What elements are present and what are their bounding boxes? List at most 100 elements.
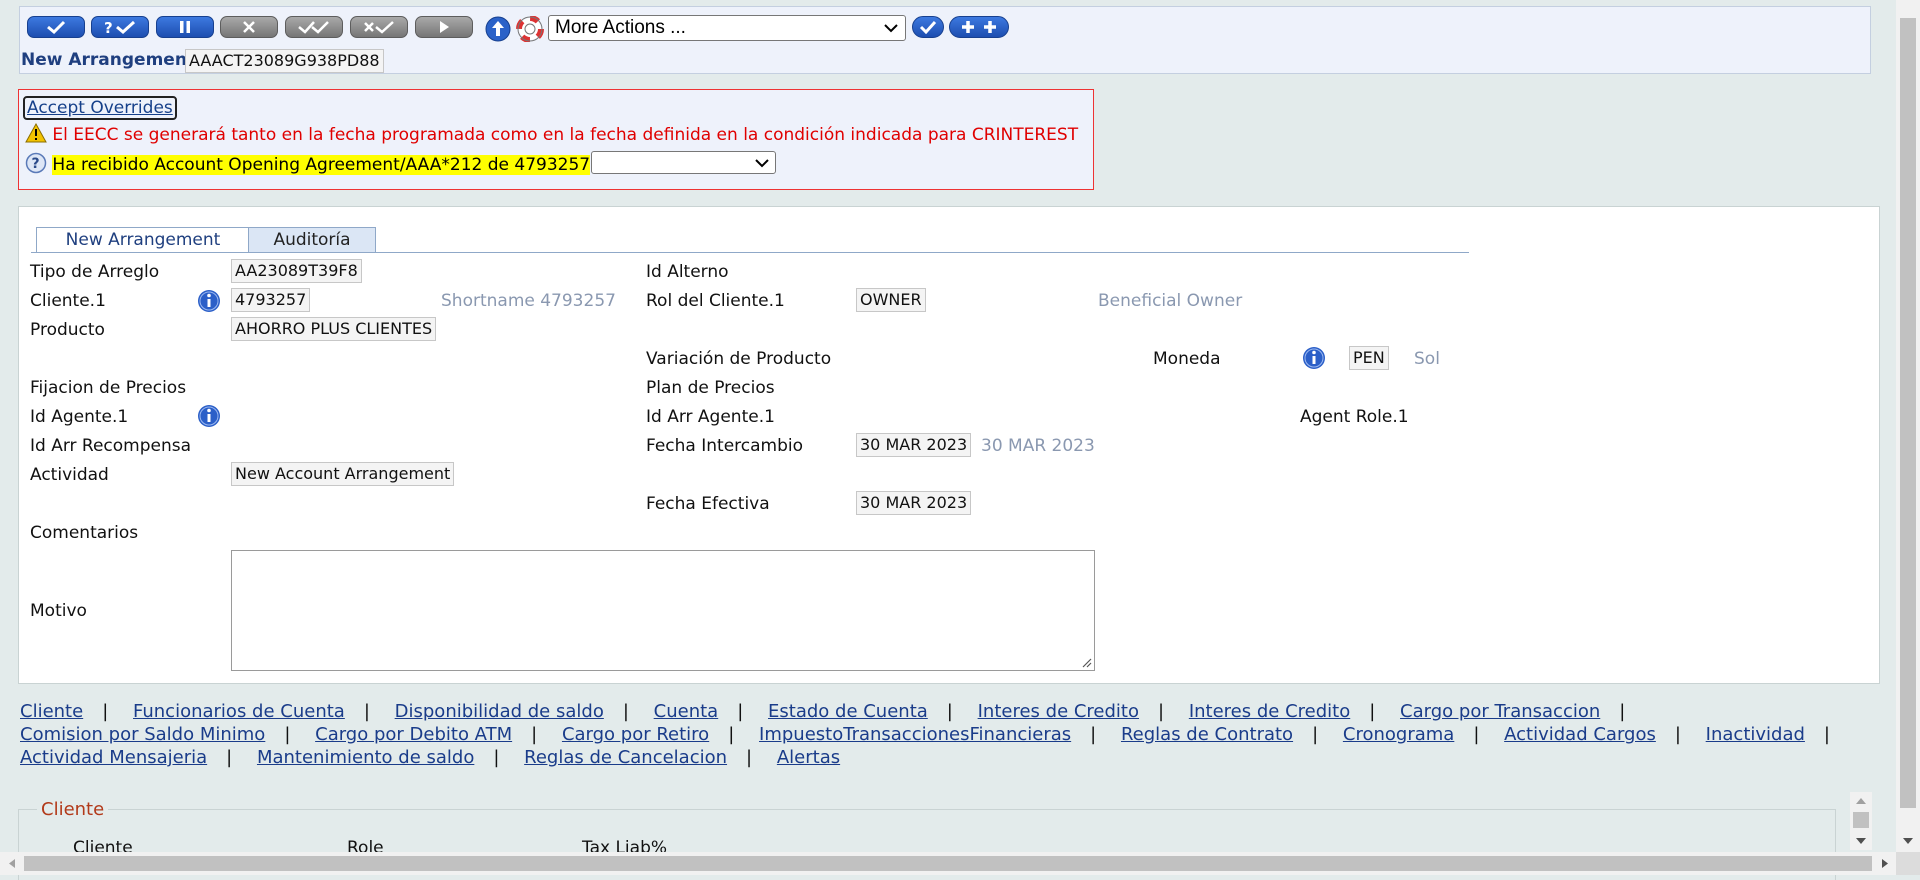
fijacion-label: Fijacion de Precios	[30, 378, 187, 398]
info-icon[interactable]	[197, 289, 221, 313]
cliente-label: Cliente.1	[30, 291, 106, 311]
validate-button[interactable]: ?	[91, 16, 149, 38]
fecha-intercambio-value: 30 MAR 2023	[856, 433, 972, 457]
scroll-right-icon[interactable]	[1875, 852, 1895, 875]
actividad-value: New Account Arrangement	[231, 462, 455, 486]
upload-icon[interactable]	[484, 16, 512, 42]
horizontal-scroll-thumb[interactable]	[24, 856, 1872, 871]
link-cronograma[interactable]: Cronograma	[1343, 724, 1454, 745]
link-actividad-cargos[interactable]: Actividad Cargos	[1504, 724, 1656, 745]
link-actividad-mensajeria[interactable]: Actividad Mensajeria	[20, 747, 207, 768]
moneda-desc: Sol	[1414, 349, 1440, 369]
x-check-icon	[364, 21, 394, 34]
info-icon[interactable]	[1302, 346, 1326, 370]
arrangement-id: AAACT23089G938PD88	[185, 49, 384, 73]
info-icon[interactable]	[197, 404, 221, 428]
scroll-down-icon[interactable]	[1850, 834, 1872, 848]
links-row: Cliente | Funcionarios de Cuenta | Disponi…	[20, 701, 1626, 722]
cliente-section-legend: Cliente	[37, 799, 109, 820]
more-actions-value: More Actions ...	[555, 17, 686, 38]
links-row: Comision por Saldo Minimo | Cargo por Deb…	[20, 724, 1830, 745]
tipo-arreglo-label: Tipo de Arreglo	[30, 262, 160, 282]
link-interes-credito-1[interactable]: Interes de Credito	[978, 701, 1139, 722]
more-actions-select[interactable]: More Actions ...	[548, 15, 906, 41]
link-cliente[interactable]: Cliente	[20, 701, 83, 722]
link-funcionarios[interactable]: Funcionarios de Cuenta	[133, 701, 345, 722]
warning-icon	[25, 122, 47, 143]
question-icon: ?	[25, 152, 47, 174]
link-reglas-contrato[interactable]: Reglas de Contrato	[1121, 724, 1293, 745]
double-plus-icon	[962, 21, 996, 33]
section-scroll-thumb[interactable]	[1853, 812, 1869, 828]
link-cargo-debito-atm[interactable]: Cargo por Debito ATM	[315, 724, 512, 745]
tab-new-arrangement[interactable]: New Arrangement	[36, 227, 250, 253]
fecha-intercambio-label: Fecha Intercambio	[646, 436, 804, 456]
check-icon	[919, 20, 937, 34]
scroll-up-icon[interactable]	[1850, 794, 1872, 808]
rol-cliente-value: OWNER	[856, 288, 926, 312]
id-arr-agente-label: Id Arr Agente.1	[646, 407, 775, 427]
authorise-button[interactable]	[285, 16, 343, 38]
link-mantenimiento-saldo[interactable]: Mantenimiento de saldo	[257, 747, 474, 768]
rol-cliente-label: Rol del Cliente.1	[646, 291, 785, 311]
producto-label: Producto	[30, 320, 105, 340]
motivo-label: Motivo	[30, 601, 87, 621]
svg-text:?: ?	[32, 156, 40, 172]
svg-text:?: ?	[104, 19, 113, 35]
overrides-panel: Accept Overrides El EECC se generará tan…	[18, 89, 1094, 190]
link-estado-cuenta[interactable]: Estado de Cuenta	[768, 701, 928, 722]
producto-value: AHORRO PLUS CLIENTES	[231, 317, 437, 341]
arrangement-form: New Arrangement Auditoría Tipo de Arregl…	[18, 206, 1880, 684]
horizontal-scrollbar[interactable]	[0, 852, 1896, 875]
motivo-textarea[interactable]	[231, 550, 1095, 671]
link-cargo-transaccion[interactable]: Cargo por Transaccion	[1400, 701, 1600, 722]
cliente-value: 4793257	[231, 288, 311, 312]
override-answer-select[interactable]	[591, 151, 776, 174]
scroll-left-icon[interactable]	[2, 852, 22, 875]
commit-button[interactable]	[27, 16, 85, 38]
variacion-label: Variación de Producto	[646, 349, 832, 369]
link-inactividad[interactable]: Inactividad	[1706, 724, 1805, 745]
delete-button[interactable]	[220, 16, 278, 38]
link-cuenta[interactable]: Cuenta	[654, 701, 719, 722]
id-agente-label: Id Agente.1	[30, 407, 129, 427]
link-impuesto-transacciones[interactable]: ImpuestoTransaccionesFinancieras	[759, 724, 1071, 745]
link-comision-saldo-minimo[interactable]: Comision por Saldo Minimo	[20, 724, 265, 745]
chevron-down-icon	[884, 24, 898, 33]
link-reglas-cancelacion[interactable]: Reglas de Cancelacion	[524, 747, 727, 768]
toolbar: ? More Actions ... New Arrangement AAACT…	[19, 6, 1871, 74]
next-button[interactable]	[415, 16, 473, 38]
link-interes-credito-2[interactable]: Interes de Credito	[1189, 701, 1350, 722]
reverse-button[interactable]	[350, 16, 408, 38]
section-scrollbar[interactable]	[1850, 792, 1872, 850]
help-lifebuoy-icon[interactable]	[516, 16, 544, 42]
fecha-efectiva-value: 30 MAR 2023	[856, 491, 972, 515]
x-icon	[243, 21, 255, 33]
chevron-down-icon	[755, 159, 769, 168]
add-button[interactable]	[949, 16, 1009, 38]
actividad-label: Actividad	[30, 465, 109, 485]
id-alterno-label: Id Alterno	[646, 262, 729, 282]
accept-overrides-link[interactable]: Accept Overrides	[23, 96, 177, 120]
vertical-scrollbar[interactable]	[1896, 0, 1920, 852]
moneda-value: PEN	[1349, 346, 1389, 370]
fecha-intercambio-desc: 30 MAR 2023	[981, 436, 1095, 456]
id-arr-recompensa-label: Id Arr Recompensa	[30, 436, 192, 456]
override-question-text: Ha recibido Account Opening Agreement/AA…	[52, 155, 591, 175]
tab-auditoria[interactable]: Auditoría	[248, 227, 376, 253]
scroll-down-icon[interactable]	[1896, 834, 1920, 848]
double-check-icon	[298, 21, 329, 34]
link-alertas[interactable]: Alertas	[777, 747, 840, 768]
go-button[interactable]	[912, 16, 944, 38]
hold-button[interactable]	[156, 16, 214, 38]
resize-grip-icon[interactable]	[1080, 656, 1092, 668]
vertical-scroll-thumb[interactable]	[1900, 18, 1916, 808]
links-row: Actividad Mensajeria | Mantenimiento de s…	[20, 747, 841, 768]
override-warning-text: El EECC se generará tanto en la fecha pr…	[52, 125, 1079, 145]
link-disponibilidad[interactable]: Disponibilidad de saldo	[395, 701, 604, 722]
agent-role-label: Agent Role.1	[1300, 407, 1409, 427]
link-cargo-retiro[interactable]: Cargo por Retiro	[562, 724, 709, 745]
cliente-shortname: Shortname 4793257	[441, 291, 616, 311]
question-check-icon: ?	[104, 19, 136, 35]
tab-divider	[31, 252, 1469, 253]
